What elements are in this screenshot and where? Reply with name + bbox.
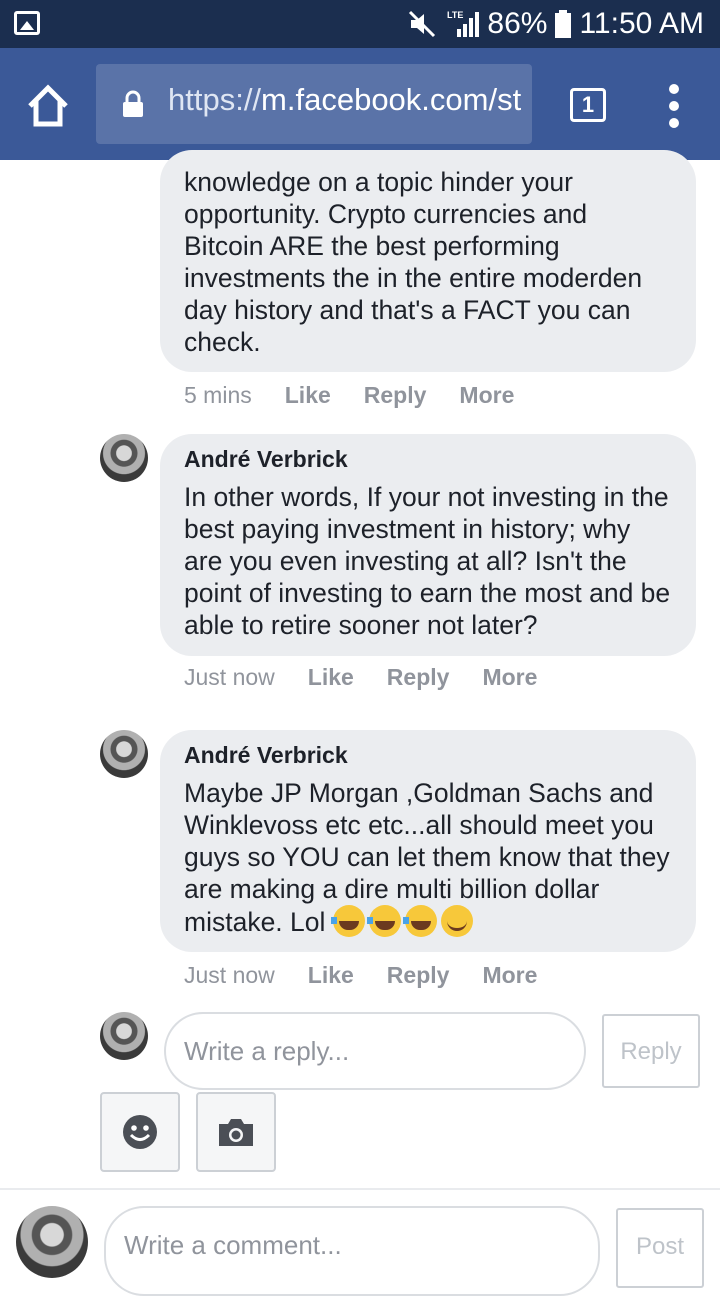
comment-text: In other words, If your not investing in… bbox=[184, 482, 671, 640]
reply-button[interactable]: Reply bbox=[364, 382, 427, 409]
overflow-menu-icon[interactable] bbox=[664, 84, 684, 128]
comment-author[interactable]: André Verbrick bbox=[184, 742, 672, 769]
face-with-tears-of-joy-icon bbox=[366, 905, 415, 937]
browser-toolbar: https://m.facebook.com/st 1 bbox=[0, 48, 720, 160]
comment-time: Just now bbox=[184, 962, 275, 988]
tab-switcher-button[interactable]: 1 bbox=[570, 88, 606, 122]
camera-button[interactable] bbox=[196, 1092, 276, 1172]
avatar[interactable] bbox=[100, 730, 148, 778]
comment-bubble: knowledge on a topic hinder your opportu… bbox=[160, 150, 696, 372]
emoji-button[interactable] bbox=[100, 1092, 180, 1172]
divider bbox=[0, 1188, 720, 1190]
comment-time: 5 mins bbox=[184, 382, 252, 408]
comment-time: Just now bbox=[184, 664, 275, 690]
comment-input-placeholder: Write a comment... bbox=[124, 1230, 342, 1260]
reply-input-placeholder: Write a reply... bbox=[184, 1036, 350, 1066]
like-button[interactable]: Like bbox=[285, 382, 331, 409]
more-button[interactable]: More bbox=[482, 664, 537, 691]
url-text: https://m.facebook.com/st bbox=[168, 82, 522, 117]
comment-author[interactable]: André Verbrick bbox=[184, 446, 672, 473]
address-bar[interactable]: https://m.facebook.com/st bbox=[96, 64, 532, 144]
post-button[interactable]: Post bbox=[616, 1208, 704, 1288]
avatar bbox=[100, 1012, 148, 1060]
clock: 11:50 AM bbox=[579, 7, 704, 40]
comment-text: Maybe JP Morgan ,Goldman Sachs and Winkl… bbox=[184, 777, 672, 938]
mute-icon bbox=[409, 10, 436, 38]
comment-text: knowledge on a topic hinder your opportu… bbox=[184, 167, 643, 357]
smiling-face-icon bbox=[440, 905, 473, 937]
like-button[interactable]: Like bbox=[308, 962, 354, 989]
signal-icon: LTE bbox=[447, 10, 480, 37]
reply-submit-button[interactable]: Reply bbox=[602, 1014, 700, 1088]
avatar[interactable] bbox=[100, 434, 148, 482]
comment-meta: Just now Like Reply More bbox=[184, 664, 570, 691]
camera-icon bbox=[219, 1119, 253, 1146]
more-button[interactable]: More bbox=[459, 382, 514, 409]
like-button[interactable]: Like bbox=[308, 664, 354, 691]
face-with-tears-of-joy-icon bbox=[402, 905, 451, 937]
comment-bubble: André Verbrick In other words, If your n… bbox=[160, 434, 696, 656]
comment-meta: 5 mins Like Reply More bbox=[184, 382, 547, 409]
status-bar: LTE 86% 11:50 AM bbox=[0, 0, 720, 48]
smiley-icon bbox=[123, 1115, 157, 1149]
reply-button[interactable]: Reply bbox=[387, 962, 450, 989]
more-button[interactable]: More bbox=[482, 962, 537, 989]
face-with-tears-of-joy-icon bbox=[330, 905, 379, 937]
gallery-notification-icon bbox=[14, 11, 40, 35]
battery-icon bbox=[555, 10, 572, 38]
comment-input[interactable]: Write a comment... bbox=[104, 1206, 600, 1296]
reply-button[interactable]: Reply bbox=[387, 664, 450, 691]
reply-input[interactable]: Write a reply... bbox=[164, 1012, 586, 1090]
battery-percent: 86% bbox=[487, 7, 548, 40]
svg-text:LTE: LTE bbox=[447, 10, 463, 20]
avatar bbox=[16, 1206, 88, 1278]
lock-icon bbox=[123, 90, 143, 117]
comment-meta: Just now Like Reply More bbox=[184, 962, 570, 989]
comment-bubble: André Verbrick Maybe JP Morgan ,Goldman … bbox=[160, 730, 696, 952]
home-icon[interactable] bbox=[20, 78, 76, 134]
